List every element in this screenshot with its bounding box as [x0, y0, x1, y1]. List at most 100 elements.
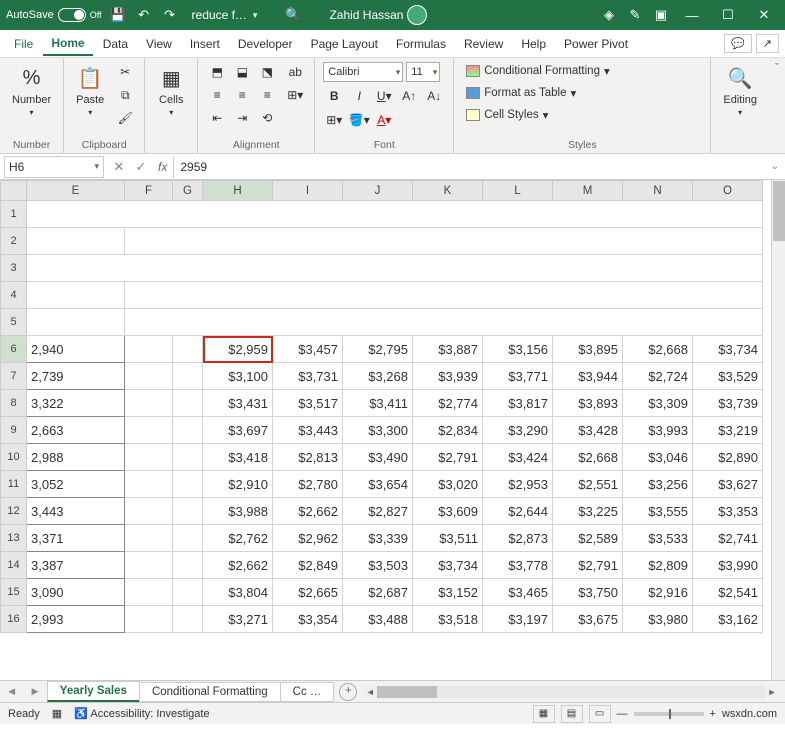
wrap-text-icon[interactable]: ab: [284, 62, 306, 82]
zoom-out-button[interactable]: —: [617, 708, 628, 720]
tab-help[interactable]: Help: [513, 33, 554, 55]
col-M[interactable]: M: [553, 181, 623, 201]
zoom-slider[interactable]: [634, 712, 704, 716]
minimize-button[interactable]: —: [677, 0, 707, 30]
tab-home[interactable]: Home: [43, 32, 92, 56]
tab-developer[interactable]: Developer: [230, 33, 301, 55]
col-H[interactable]: H: [203, 181, 273, 201]
maximize-button[interactable]: ☐: [713, 0, 743, 30]
name-box[interactable]: H6: [4, 156, 104, 178]
indent-decrease-icon[interactable]: ⇤: [206, 108, 228, 128]
tab-formulas[interactable]: Formulas: [388, 33, 454, 55]
row-3[interactable]: 3: [1, 255, 27, 282]
tab-review[interactable]: Review: [456, 33, 511, 55]
row-2[interactable]: 2: [1, 228, 27, 255]
font-name-select[interactable]: Calibri: [323, 62, 403, 82]
col-F[interactable]: F: [125, 181, 173, 201]
sheet-tab-cc[interactable]: Cc …: [280, 682, 335, 702]
vertical-scrollbar[interactable]: [771, 180, 785, 680]
font-color-icon[interactable]: A▾: [373, 110, 395, 130]
tab-data[interactable]: Data: [95, 33, 136, 55]
close-button[interactable]: ✕: [749, 0, 779, 30]
horizontal-scrollbar[interactable]: ◄►: [363, 685, 779, 699]
fill-color-icon[interactable]: 🪣▾: [348, 110, 370, 130]
tab-pagelayout[interactable]: Page Layout: [303, 33, 386, 55]
editing-button[interactable]: 🔍 Editing ▾: [719, 62, 761, 119]
conditional-formatting-button[interactable]: Conditional Formatting▾: [462, 62, 613, 80]
expand-formula-icon[interactable]: ⌄: [765, 161, 785, 172]
format-painter-icon[interactable]: 🖌: [114, 108, 136, 128]
select-all[interactable]: [1, 181, 27, 201]
collapse-ribbon-icon[interactable]: ˇ: [775, 62, 779, 74]
align-bottom-icon[interactable]: ⬔: [256, 62, 278, 82]
view-pagelayout-icon[interactable]: ▤: [561, 705, 583, 723]
copy-icon[interactable]: ⧉: [114, 85, 136, 105]
tab-file[interactable]: File: [6, 33, 41, 55]
tab-insert[interactable]: Insert: [182, 33, 228, 55]
cell-styles-button[interactable]: Cell Styles▾: [462, 106, 613, 124]
tab-view[interactable]: View: [138, 33, 180, 55]
col-O[interactable]: O: [693, 181, 763, 201]
font-size-select[interactable]: 11: [406, 62, 440, 82]
save-icon[interactable]: 💾: [108, 5, 128, 25]
col-N[interactable]: N: [623, 181, 693, 201]
share-button[interactable]: ↗: [756, 34, 779, 53]
format-as-table-button[interactable]: Format as Table▾: [462, 84, 613, 102]
cell-H6[interactable]: $2,959: [203, 336, 273, 363]
align-middle-icon[interactable]: ⬓: [231, 62, 253, 82]
borders-icon[interactable]: ⊞▾: [323, 110, 345, 130]
cancel-formula-icon[interactable]: ✕: [108, 159, 130, 175]
comments-button[interactable]: 💬: [724, 34, 752, 53]
col-L[interactable]: L: [483, 181, 553, 201]
col-I[interactable]: I: [273, 181, 343, 201]
align-left-icon[interactable]: ≡: [206, 85, 228, 105]
fx-icon[interactable]: fx: [152, 160, 173, 174]
merge-center-icon[interactable]: ⊞▾: [284, 85, 306, 105]
user-account[interactable]: Zahid Hassan: [329, 5, 427, 25]
row-5[interactable]: 5: [1, 309, 27, 336]
tab-powerpivot[interactable]: Power Pivot: [556, 33, 636, 55]
col-J[interactable]: J: [343, 181, 413, 201]
zoom-level[interactable]: wsxdn.com: [722, 708, 777, 720]
paste-button[interactable]: 📋 Paste ▾: [72, 62, 108, 119]
cells-button[interactable]: ▦ Cells ▾: [153, 62, 189, 119]
cut-icon[interactable]: ✂: [114, 62, 136, 82]
underline-button[interactable]: U▾: [373, 86, 395, 106]
font-decrease-icon[interactable]: A↓: [423, 86, 445, 106]
add-sheet-button[interactable]: +: [339, 683, 357, 701]
bold-button[interactable]: B: [323, 86, 345, 106]
sheet-tab-condfmt[interactable]: Conditional Formatting: [139, 682, 281, 702]
sheet-nav-prev[interactable]: ◄: [0, 686, 23, 698]
zoom-in-button[interactable]: +: [710, 708, 716, 720]
autosave[interactable]: AutoSave Off: [6, 8, 102, 22]
pen-icon[interactable]: ✎: [625, 5, 645, 25]
undo-icon[interactable]: ↶: [134, 5, 154, 25]
align-center-icon[interactable]: ≡: [231, 85, 253, 105]
align-right-icon[interactable]: ≡: [256, 85, 278, 105]
indent-increase-icon[interactable]: ⇥: [231, 108, 253, 128]
row-6[interactable]: 6: [1, 336, 27, 363]
italic-button[interactable]: I: [348, 86, 370, 106]
view-pagebreak-icon[interactable]: ▭: [589, 705, 611, 723]
enter-formula-icon[interactable]: ✓: [130, 159, 152, 175]
col-K[interactable]: K: [413, 181, 483, 201]
orientation-icon[interactable]: ⟲: [256, 108, 278, 128]
sheet-nav-next[interactable]: ►: [23, 686, 46, 698]
col-E[interactable]: E: [27, 181, 125, 201]
formula-input[interactable]: 2959: [173, 156, 765, 178]
status-macro-icon[interactable]: ▦: [52, 707, 62, 720]
col-G[interactable]: G: [173, 181, 203, 201]
diamond-icon[interactable]: ◈: [599, 5, 619, 25]
sheet-tab-yearly[interactable]: Yearly Sales: [47, 681, 140, 702]
cell-E5[interactable]: tom PC: [27, 309, 125, 336]
number-format-button[interactable]: % Number ▾: [8, 62, 55, 119]
row-1[interactable]: 1: [1, 201, 27, 228]
spreadsheet[interactable]: E F G H I J K L M N O 1 2 3 4 5tom PC 62…: [0, 180, 763, 633]
align-top-icon[interactable]: ⬒: [206, 62, 228, 82]
autosave-toggle[interactable]: [58, 8, 86, 22]
font-increase-icon[interactable]: A↑: [398, 86, 420, 106]
redo-icon[interactable]: ↷: [160, 5, 180, 25]
view-normal-icon[interactable]: ▦: [533, 705, 555, 723]
row-4[interactable]: 4: [1, 282, 27, 309]
file-name[interactable]: reduce f…: [192, 8, 247, 22]
